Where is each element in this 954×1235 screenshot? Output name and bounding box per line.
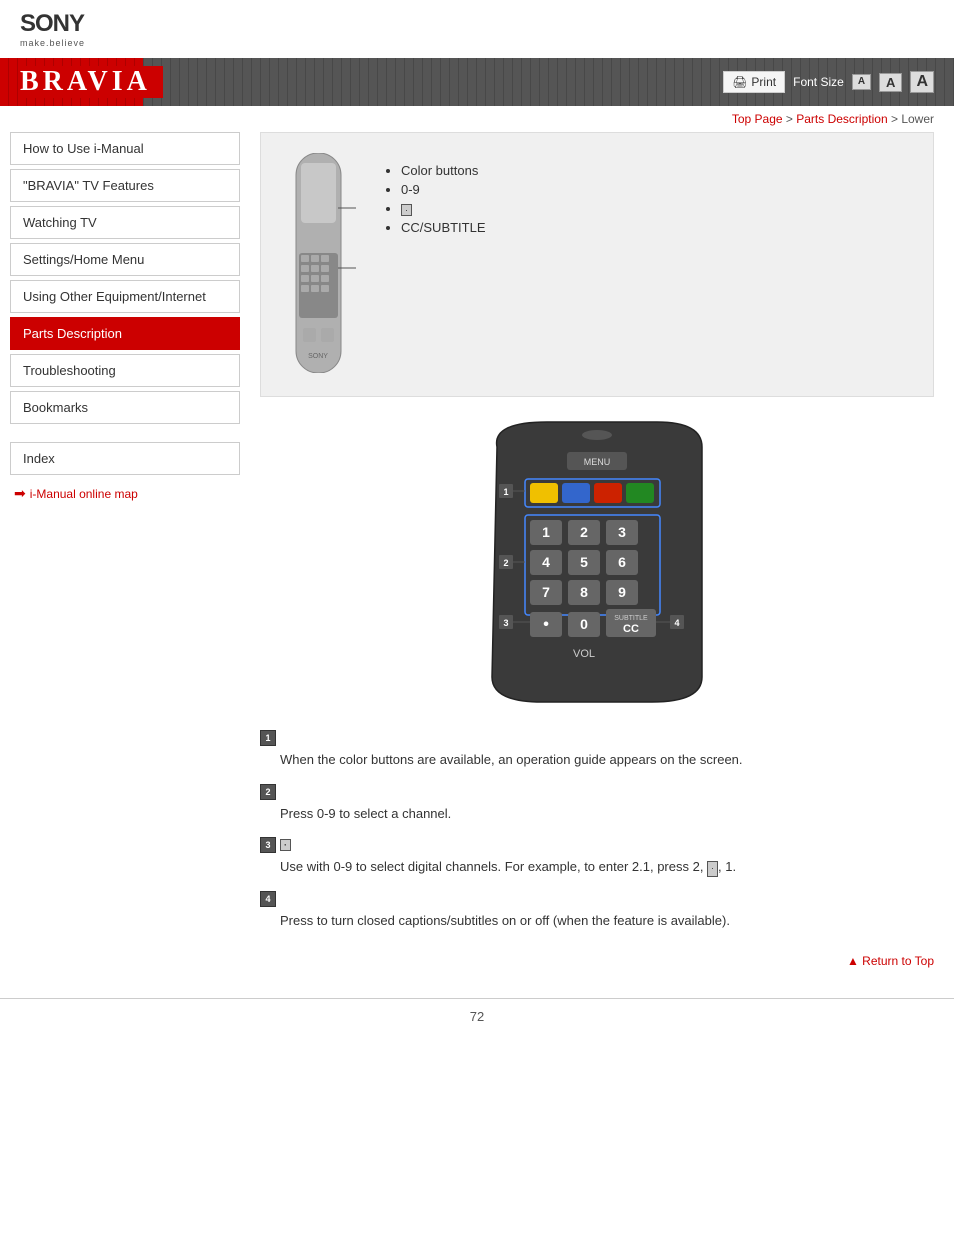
- remote-zoomed-svg: MENU 1 1 2: [437, 417, 757, 707]
- svg-text:VOL: VOL: [573, 648, 595, 660]
- desc-section-3: 3 · Use with 0-9 to select digital chann…: [260, 837, 934, 877]
- return-to-top-link[interactable]: ▲ Return to Top: [847, 954, 934, 968]
- svg-text:6: 6: [618, 554, 626, 570]
- svg-text:4: 4: [674, 618, 679, 628]
- online-map-link[interactable]: ➡ i-Manual online map: [10, 475, 240, 512]
- remote-diagram: MENU 1 1 2: [260, 417, 934, 710]
- bullet-dot: ·: [401, 201, 486, 216]
- desc-section-1: 1 When the color buttons are available, …: [260, 730, 934, 770]
- svg-text:•: •: [543, 616, 549, 633]
- remote-small-svg: SONY: [281, 153, 356, 373]
- page-footer: 72: [0, 998, 954, 1034]
- print-button[interactable]: 🖨 Print: [723, 71, 785, 93]
- main-layout: How to Use i-Manual "BRAVIA" TV Features…: [0, 132, 954, 998]
- sidebar-item-troubleshooting[interactable]: Troubleshooting: [10, 354, 240, 387]
- num-badge-4: 4: [260, 891, 276, 907]
- sidebar-item-settings-home[interactable]: Settings/Home Menu: [10, 243, 240, 276]
- remote-overview-section: SONY Color buttons 0-9 · CC/SUBTITLE: [260, 132, 934, 397]
- sidebar-item-bookmarks[interactable]: Bookmarks: [10, 391, 240, 424]
- sidebar-item-watching-tv[interactable]: Watching TV: [10, 206, 240, 239]
- desc-text-3: Use with 0-9 to select digital channels.…: [280, 857, 934, 877]
- svg-text:8: 8: [580, 584, 588, 600]
- dot-inline-icon: ·: [707, 861, 718, 877]
- printer-icon: 🖨: [732, 75, 747, 89]
- desc-title-3: 3 ·: [260, 837, 934, 853]
- num-badge-2: 2: [260, 784, 276, 800]
- desc-text-2: Press 0-9 to select a channel.: [280, 804, 934, 824]
- desc-title-1: 1: [260, 730, 934, 746]
- desc-section-2: 2 Press 0-9 to select a channel.: [260, 784, 934, 824]
- svg-text:4: 4: [542, 554, 550, 570]
- sidebar-item-index[interactable]: Index: [10, 442, 240, 475]
- triangle-up-icon: ▲: [847, 954, 859, 968]
- font-medium-button[interactable]: A: [879, 73, 902, 92]
- svg-text:SONY: SONY: [308, 353, 328, 360]
- dot-button-desc-icon: ·: [280, 839, 291, 851]
- breadcrumb-parts-description[interactable]: Parts Description: [796, 112, 887, 126]
- sidebar-item-bravia-features[interactable]: "BRAVIA" TV Features: [10, 169, 240, 202]
- svg-text:7: 7: [542, 584, 550, 600]
- svg-text:5: 5: [580, 554, 588, 570]
- num-badge-1: 1: [260, 730, 276, 746]
- bullet-color-buttons: Color buttons: [401, 163, 486, 178]
- svg-text:2: 2: [503, 558, 508, 568]
- breadcrumb-current: Lower: [901, 112, 934, 126]
- arrow-right-icon: ➡: [14, 485, 26, 502]
- desc-text-4: Press to turn closed captions/subtitles …: [280, 911, 934, 931]
- font-large-button[interactable]: A: [910, 71, 934, 93]
- svg-text:MENU: MENU: [584, 457, 611, 467]
- content-area: SONY Color buttons 0-9 · CC/SUBTITLE: [250, 132, 944, 978]
- svg-text:1: 1: [542, 524, 550, 540]
- sidebar: How to Use i-Manual "BRAVIA" TV Features…: [10, 132, 250, 978]
- breadcrumb-top-page[interactable]: Top Page: [732, 112, 783, 126]
- desc-title-2: 2: [260, 784, 934, 800]
- bravia-banner: BRAVIA 🖨 Print Font Size A A A: [0, 58, 954, 106]
- svg-text:SUBTITLE: SUBTITLE: [614, 615, 648, 622]
- svg-text:3: 3: [503, 618, 508, 628]
- return-to-top: ▲ Return to Top: [260, 944, 934, 978]
- svg-text:1: 1: [503, 487, 508, 497]
- remote-small-image: SONY: [281, 153, 361, 376]
- remote-bullets: Color buttons 0-9 · CC/SUBTITLE: [381, 153, 486, 239]
- top-bar: SONY make.believe: [0, 0, 954, 58]
- svg-text:CC: CC: [623, 623, 639, 635]
- sony-logo: SONY make.believe: [20, 10, 934, 48]
- sidebar-item-how-to-use[interactable]: How to Use i-Manual: [10, 132, 240, 165]
- svg-text:2: 2: [580, 524, 588, 540]
- svg-text:0: 0: [580, 616, 588, 632]
- desc-section-4: 4 Press to turn closed captions/subtitle…: [260, 891, 934, 931]
- svg-text:3: 3: [618, 524, 626, 540]
- desc-text-1: When the color buttons are available, an…: [280, 750, 934, 770]
- num-badge-3: 3: [260, 837, 276, 853]
- font-small-button[interactable]: A: [852, 74, 871, 90]
- sidebar-item-parts-description[interactable]: Parts Description: [10, 317, 240, 350]
- dot-button-icon: ·: [401, 204, 412, 216]
- page-number: 72: [470, 1009, 484, 1024]
- desc-title-4: 4: [260, 891, 934, 907]
- sidebar-item-using-other[interactable]: Using Other Equipment/Internet: [10, 280, 240, 313]
- bravia-title: BRAVIA: [20, 66, 163, 98]
- svg-text:9: 9: [618, 584, 626, 600]
- breadcrumb: Top Page > Parts Description > Lower: [0, 106, 954, 132]
- banner-controls: 🖨 Print Font Size A A A: [723, 71, 934, 93]
- bullet-cc-subtitle: CC/SUBTITLE: [401, 220, 486, 235]
- bullet-0-9: 0-9: [401, 182, 486, 197]
